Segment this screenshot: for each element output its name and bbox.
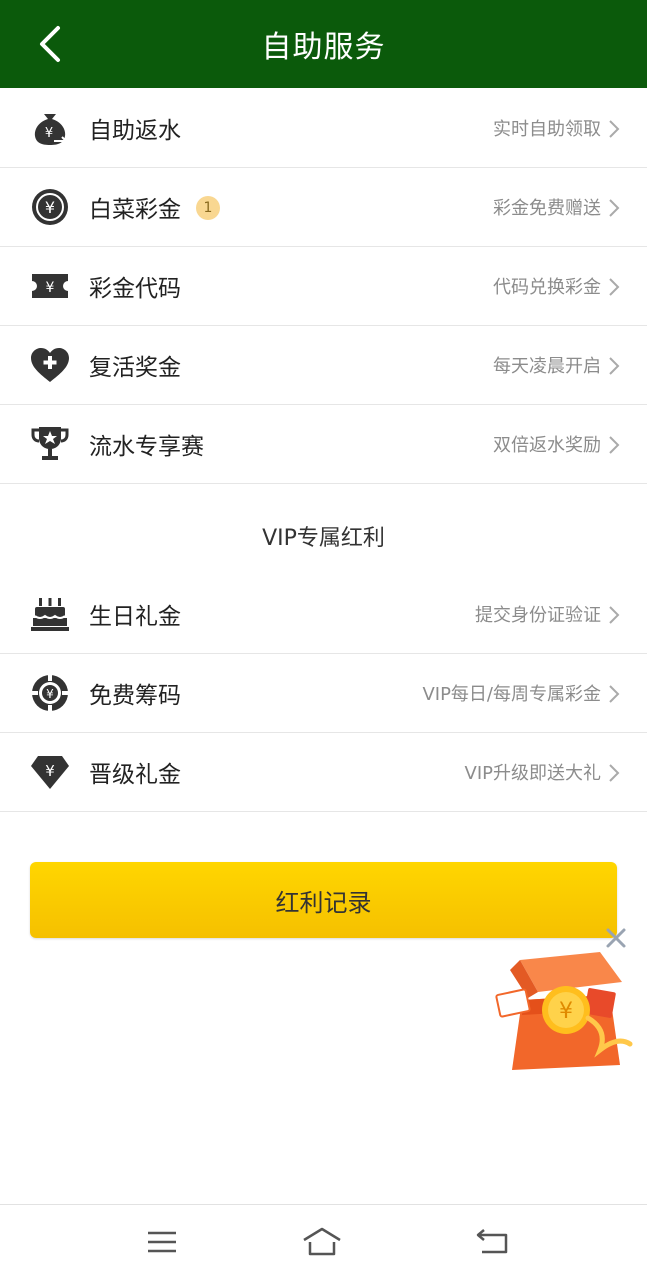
list-item-free-chips[interactable]: ¥ 免费筹码 VIP每日/每周专属彩金 — [0, 654, 647, 733]
yuan-coin-icon: ¥ — [30, 187, 70, 227]
item-desc: VIP升级即送大礼 — [464, 763, 601, 784]
ticket-icon: ¥ — [30, 266, 70, 306]
bonus-record-button[interactable]: 红利记录 — [30, 862, 617, 938]
back-button[interactable] — [30, 22, 70, 66]
chevron-right-icon — [609, 278, 620, 296]
item-label: 白菜彩金 — [89, 197, 181, 223]
page-title: 自助服务 — [261, 30, 386, 65]
gift-box-icon[interactable]: ¥ — [490, 940, 635, 1075]
chevron-right-icon — [609, 606, 620, 624]
item-label: 晋级礼金 — [89, 762, 181, 788]
item-desc: 提交身份证验证 — [475, 605, 601, 626]
item-desc: VIP每日/每周专属彩金 — [422, 684, 601, 705]
menu-icon[interactable] — [142, 1225, 182, 1259]
svg-text:¥: ¥ — [45, 762, 55, 780]
item-desc: 彩金免费赠送 — [493, 198, 601, 219]
home-icon[interactable] — [302, 1225, 342, 1259]
list-item-birthday[interactable]: 生日礼金 提交身份证验证 — [0, 575, 647, 654]
count-badge: 1 — [196, 196, 220, 220]
list-item-turnover-race[interactable]: 流水专享赛 双倍返水奖励 — [0, 405, 647, 484]
trophy-icon — [30, 424, 70, 464]
item-label: 免费筹码 — [89, 683, 181, 709]
svg-text:¥: ¥ — [45, 126, 53, 141]
system-nav-bar — [0, 1204, 647, 1280]
chevron-right-icon — [609, 436, 620, 454]
poker-chip-icon: ¥ — [30, 673, 70, 713]
app-header: 自助服务 — [0, 0, 647, 88]
diamond-yuan-icon: ¥ — [30, 752, 70, 792]
chevron-right-icon — [609, 685, 620, 703]
chevron-right-icon — [609, 120, 620, 138]
item-label: 复活奖金 — [89, 355, 181, 381]
item-desc: 代码兑换彩金 — [493, 277, 601, 298]
vip-section-title: VIP专属红利 — [262, 526, 385, 551]
chevron-right-icon — [609, 199, 620, 217]
item-label: 流水专享赛 — [89, 434, 204, 460]
item-desc: 双倍返水奖励 — [493, 435, 601, 456]
svg-text:¥: ¥ — [45, 198, 55, 217]
vip-list: 生日礼金 提交身份证验证 ¥ 免费筹码 VIP每日/每周专属彩金 ¥ 晋级礼金 … — [0, 575, 647, 812]
item-desc: 每天凌晨开启 — [493, 356, 601, 377]
back-arrow-icon[interactable] — [474, 1225, 514, 1259]
list-item-revive[interactable]: 复活奖金 每天凌晨开启 — [0, 326, 647, 405]
list-item-rebate[interactable]: ¥ 自助返水 实时自助领取 — [0, 89, 647, 168]
item-desc: 实时自助领取 — [493, 119, 601, 140]
birthday-cake-icon — [30, 594, 70, 634]
svg-text:¥: ¥ — [559, 999, 573, 1024]
item-label: 自助返水 — [89, 118, 181, 144]
list-item-bonus[interactable]: ¥ 白菜彩金 1 彩金免费赠送 — [0, 168, 647, 247]
list-item-promotion-gift[interactable]: ¥ 晋级礼金 VIP升级即送大礼 — [0, 733, 647, 812]
chevron-left-icon — [40, 26, 60, 62]
money-bag-icon: ¥ — [30, 108, 70, 148]
item-label: 生日礼金 — [89, 604, 181, 630]
self-service-list: ¥ 自助返水 实时自助领取 ¥ 白菜彩金 1 彩金免费赠送 ¥ 彩金代码 代码兑… — [0, 89, 647, 484]
chevron-right-icon — [609, 357, 620, 375]
item-label: 彩金代码 — [89, 276, 181, 302]
chevron-right-icon — [609, 764, 620, 782]
list-item-code[interactable]: ¥ 彩金代码 代码兑换彩金 — [0, 247, 647, 326]
heart-plus-icon — [30, 345, 70, 385]
svg-text:¥: ¥ — [46, 280, 55, 296]
svg-text:¥: ¥ — [46, 687, 54, 701]
